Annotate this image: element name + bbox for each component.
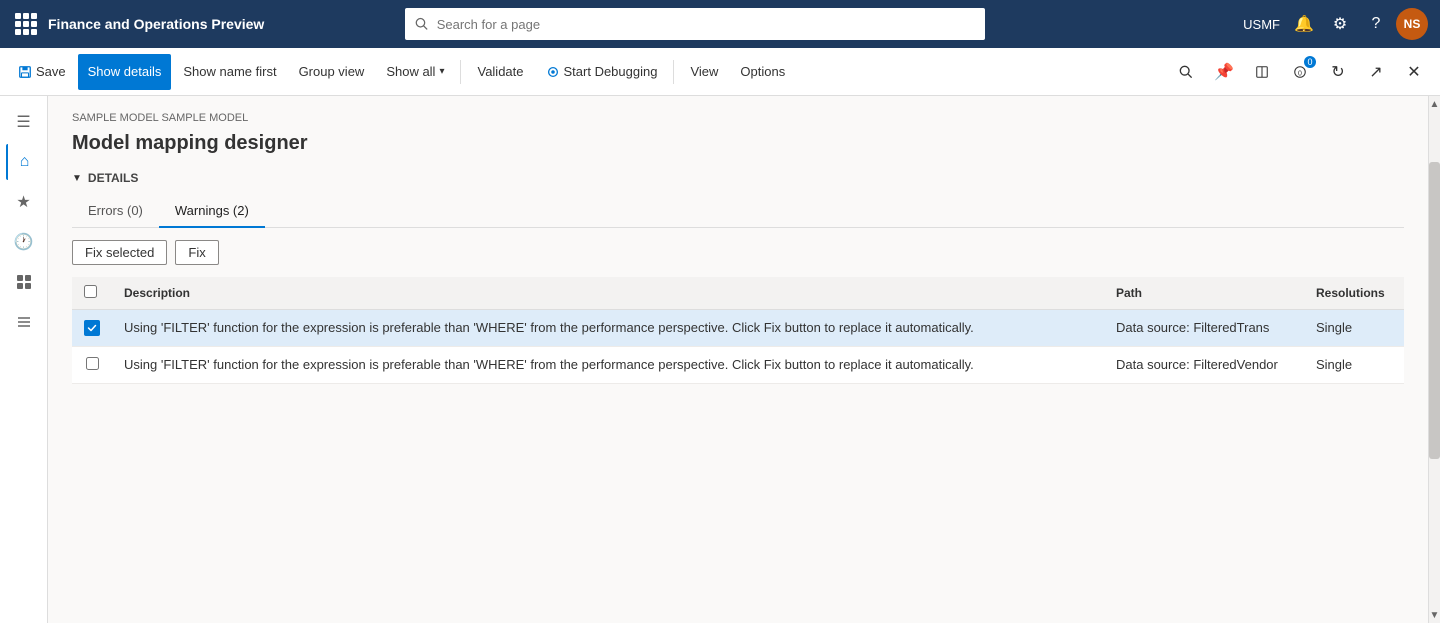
sidebar-item-home[interactable]: ⌂ [6,144,42,180]
sidebar-item-modules[interactable] [6,304,42,340]
badge-button[interactable]: 0 0 [1282,54,1318,90]
user-avatar[interactable]: NS [1396,8,1428,40]
scroll-track[interactable] [1429,112,1440,607]
tab-errors[interactable]: Errors (0) [72,195,159,228]
table-header-description: Description [112,277,1104,310]
start-debugging-button[interactable]: Start Debugging [536,54,668,90]
search-input[interactable] [437,17,976,32]
close-button[interactable]: ✕ [1396,54,1432,90]
open-new-button[interactable]: ↗ [1358,54,1394,90]
table-header-path: Path [1104,277,1304,310]
search-bar[interactable] [405,8,985,40]
page-title: Model mapping designer [72,132,1404,155]
row-resolutions: Single [1304,310,1404,347]
section-label: DETAILS [88,171,138,185]
notifications-button[interactable]: 🔔 [1288,8,1320,40]
right-scrollbar[interactable]: ▲ ▼ [1428,96,1440,623]
toolbar: Save Show details Show name first Group … [0,48,1440,96]
scroll-thumb[interactable] [1429,162,1440,459]
top-nav-right: USMF 🔔 ⚙ ? NS [1243,8,1428,40]
row-description: Using 'FILTER' function for the expressi… [112,310,1104,347]
scroll-down-arrow[interactable]: ▼ [1429,607,1440,623]
app-grid-button[interactable] [12,10,40,38]
table-header-resolutions: Resolutions [1304,277,1404,310]
sidebar-item-favorites[interactable]: ★ [6,184,42,220]
refresh-button[interactable]: ↻ [1320,54,1356,90]
debug-icon [546,65,560,79]
tab-warnings[interactable]: Warnings (2) [159,195,265,228]
action-buttons: Fix selected Fix [72,240,1404,265]
sidebar: ☰ ⌂ ★ 🕐 [0,96,48,623]
show-all-dropdown-arrow: ▾ [439,66,444,77]
badge-count: 0 [1304,56,1316,68]
app-title: Finance and Operations Preview [48,16,264,32]
show-details-button[interactable]: Show details [78,54,172,90]
section-chevron: ▼ [72,173,82,184]
row-path: Data source: FilteredVendor [1104,347,1304,384]
fix-selected-button[interactable]: Fix selected [72,240,167,265]
badge-icon: 0 [1293,65,1307,79]
view-button[interactable]: View [680,54,728,90]
toolbar-divider-2 [673,60,674,84]
help-button[interactable]: ? [1360,8,1392,40]
panel-icon [1255,65,1269,79]
row-checkbox-cell [72,310,112,347]
sidebar-item-menu[interactable]: ☰ [6,104,42,140]
table-row[interactable]: Using 'FILTER' function for the expressi… [72,310,1404,347]
app-body: ☰ ⌂ ★ 🕐 SAMPLE MODEL SAMPLE MODEL Model … [0,96,1440,623]
section-details-header[interactable]: ▼ DETAILS [72,171,1404,185]
settings-button[interactable]: ⚙ [1324,8,1356,40]
scroll-up-arrow[interactable]: ▲ [1429,96,1440,112]
group-view-button[interactable]: Group view [289,54,375,90]
row-checkbox-cell[interactable] [72,347,112,384]
row-description: Using 'FILTER' function for the expressi… [112,347,1104,384]
company-label: USMF [1243,17,1280,32]
search-toolbar-button[interactable] [1168,54,1204,90]
breadcrumb: SAMPLE MODEL SAMPLE MODEL [72,112,1404,124]
select-all-checkbox[interactable] [84,285,97,298]
row-path: Data source: FilteredTrans [1104,310,1304,347]
search-icon [415,17,428,31]
toolbar-divider-1 [460,60,461,84]
table-row[interactable]: Using 'FILTER' function for the expressi… [72,347,1404,384]
validate-button[interactable]: Validate [467,54,533,90]
sidebar-item-recent[interactable]: 🕐 [6,224,42,260]
row-resolutions: Single [1304,347,1404,384]
row-checked-icon [84,320,100,336]
svg-text:0: 0 [1298,70,1302,77]
tabs-bar: Errors (0) Warnings (2) [72,195,1404,228]
toolbar-right: 📌 0 0 ↻ ↗ ✕ [1168,54,1432,90]
sidebar-item-workspaces[interactable] [6,264,42,300]
row-checkbox[interactable] [86,357,99,370]
fix-button[interactable]: Fix [175,240,218,265]
table-header-check [72,277,112,310]
options-button[interactable]: Options [730,54,795,90]
workspaces-icon [16,274,32,290]
pin-button[interactable]: 📌 [1206,54,1242,90]
search-toolbar-icon [1179,65,1193,79]
panel-button[interactable] [1244,54,1280,90]
top-nav: Finance and Operations Preview USMF 🔔 ⚙ … [0,0,1440,48]
modules-icon [16,314,32,330]
show-all-button[interactable]: Show all ▾ [376,54,454,90]
warnings-table: Description Path Resolutions Using 'FILT… [72,277,1404,384]
save-button[interactable]: Save [8,54,76,90]
main-content: SAMPLE MODEL SAMPLE MODEL Model mapping … [48,96,1428,623]
save-icon [18,65,32,79]
show-name-first-button[interactable]: Show name first [173,54,286,90]
